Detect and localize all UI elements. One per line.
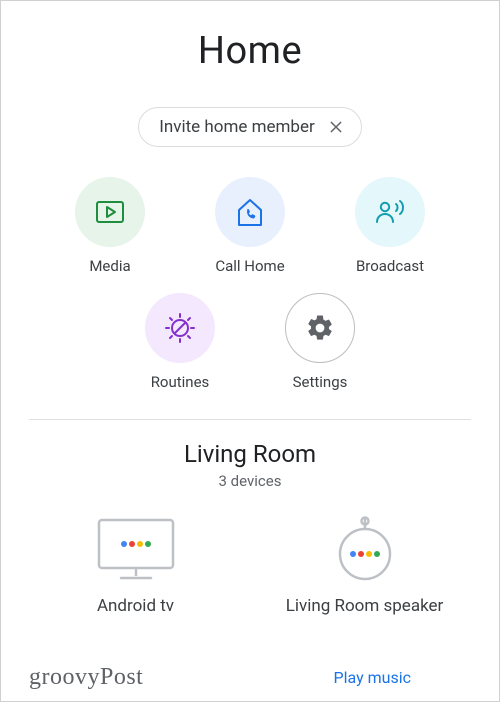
media-icon — [75, 177, 145, 247]
routines-icon — [145, 293, 215, 363]
action-settings[interactable]: Settings — [270, 293, 370, 391]
action-label: Settings — [293, 373, 348, 391]
action-label: Media — [89, 257, 130, 275]
device-living-room-speaker[interactable]: Living Room speaker — [265, 516, 465, 616]
invite-home-member-chip[interactable]: Invite home member — [138, 107, 362, 147]
chip-label: Invite home member — [159, 117, 315, 137]
watermark: groovyPost — [29, 664, 143, 691]
call-home-icon — [215, 177, 285, 247]
action-label: Routines — [151, 373, 210, 391]
page-title: Home — [1, 29, 499, 73]
settings-icon — [285, 293, 355, 363]
broadcast-icon — [355, 177, 425, 247]
play-music-link[interactable]: Play music — [334, 668, 411, 687]
divider — [29, 419, 471, 420]
action-label: Call Home — [215, 257, 284, 275]
action-label: Broadcast — [356, 257, 424, 275]
action-call-home[interactable]: Call Home — [200, 177, 300, 275]
action-broadcast[interactable]: Broadcast — [340, 177, 440, 275]
device-label: Living Room speaker — [286, 596, 444, 616]
close-icon[interactable] — [325, 116, 347, 138]
action-media[interactable]: Media — [60, 177, 160, 275]
action-routines[interactable]: Routines — [130, 293, 230, 391]
tv-icon — [93, 516, 179, 582]
speaker-icon — [332, 516, 398, 582]
device-label: Android tv — [97, 596, 174, 616]
room-subtitle: 3 devices — [1, 472, 499, 490]
device-android-tv[interactable]: Android tv — [36, 516, 236, 616]
room-title: Living Room — [1, 440, 499, 468]
